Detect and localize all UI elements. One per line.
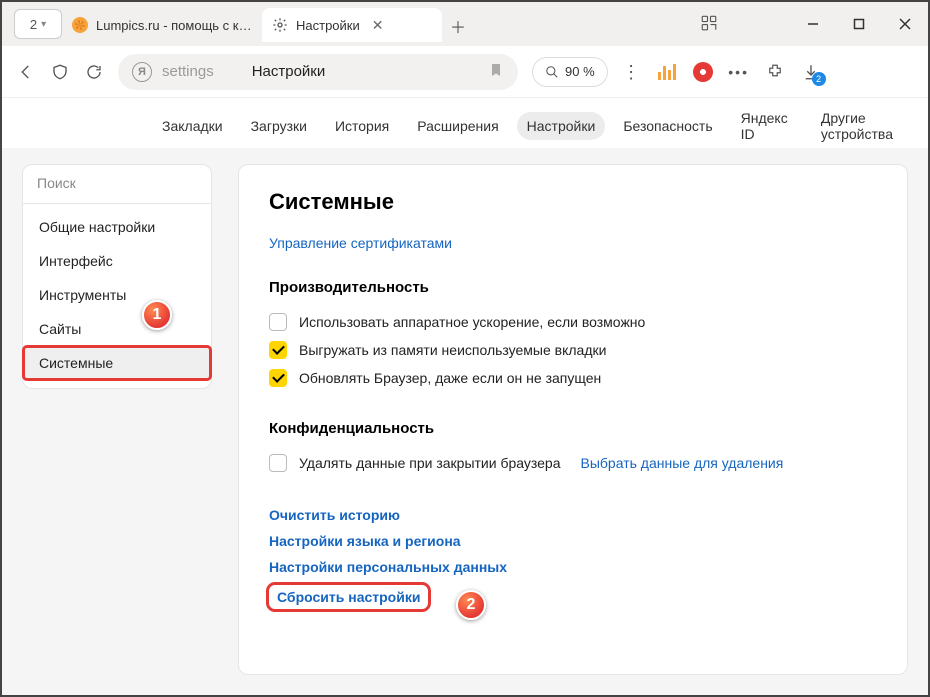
tab-title: Lumpics.ru - помощь с ком [96, 18, 252, 33]
downloads-button[interactable]: 2 [800, 61, 822, 83]
lumpics-favicon-icon [72, 17, 88, 33]
settings-search-input[interactable]: Поиск [22, 164, 212, 204]
perf-section-title: Производительность [269, 279, 877, 296]
nav-downloads[interactable]: Загрузки [241, 112, 317, 140]
shield-icon[interactable] [50, 62, 70, 82]
extensions-button[interactable] [764, 61, 786, 83]
reload-button[interactable] [84, 62, 104, 82]
settings-category-nav: Закладки Загрузки История Расширения Нас… [2, 98, 928, 148]
tab-lumpics[interactable]: Lumpics.ru - помощь с ком [62, 8, 262, 42]
minimize-button[interactable] [790, 2, 836, 46]
close-tab-icon[interactable]: ✕ [372, 17, 384, 34]
downloads-badge: 2 [812, 72, 826, 86]
sidebar-list: Общие настройки Интерфейс Инструменты Са… [22, 204, 212, 389]
settings-sidebar: Поиск Общие настройки Интерфейс Инструме… [22, 164, 212, 675]
system-links: Очистить историю Настройки языка и регио… [269, 507, 877, 609]
perf-opt-hw-accel[interactable]: Использовать аппаратное ускорение, если … [269, 308, 877, 336]
annotation-2: 2 [456, 590, 486, 620]
tab-settings[interactable]: Настройки ✕ [262, 8, 442, 42]
perf-opt-label: Обновлять Браузер, даже если он не запущ… [299, 370, 601, 386]
titlebar: 2 ▾ Lumpics.ru - помощь с ком Настройки … [2, 2, 928, 46]
personal-data-link[interactable]: Настройки персональных данных [269, 559, 877, 575]
page-actions-menu[interactable]: ⋮ [622, 69, 642, 75]
clear-history-link[interactable]: Очистить историю [269, 507, 877, 523]
checkbox-checked-icon[interactable] [269, 369, 287, 387]
tab-count: 2 [30, 17, 37, 32]
perf-opt-background-update[interactable]: Обновлять Браузер, даже если он не запущ… [269, 364, 877, 392]
checkbox-icon[interactable] [269, 313, 287, 331]
zoom-value: 90 % [565, 64, 595, 79]
nav-history[interactable]: История [325, 112, 399, 140]
page-heading: Системные [269, 189, 877, 215]
privacy-section-title: Конфиденциальность [269, 420, 877, 437]
privacy-opt-label: Удалять данные при закрытии браузера [299, 455, 561, 471]
more-extensions-icon[interactable]: ••• [728, 61, 750, 83]
sidebar-item-system[interactable]: Системные [23, 346, 211, 380]
annotation-1: 1 [142, 300, 172, 330]
checkbox-icon[interactable] [269, 454, 287, 472]
zoom-indicator[interactable]: 90 % [532, 57, 608, 87]
gear-icon [272, 17, 288, 33]
sidebar-item-interface[interactable]: Интерфейс [23, 244, 211, 278]
address-bar: Я settings Настройки 90 % ⋮ ••• 2 [2, 46, 928, 98]
nav-bookmarks[interactable]: Закладки [152, 112, 233, 140]
nav-extensions[interactable]: Расширения [407, 112, 508, 140]
perf-opt-label: Выгружать из памяти неиспользуемые вклад… [299, 342, 606, 358]
nav-security[interactable]: Безопасность [613, 112, 722, 140]
omnibox-page-title: Настройки [252, 63, 326, 80]
send-to-device-icon[interactable] [700, 14, 718, 35]
new-tab-button[interactable]: ＋ [446, 14, 470, 38]
sidebar-item-sites[interactable]: Сайты [23, 312, 211, 346]
omnibox[interactable]: Я settings Настройки [118, 54, 518, 90]
perf-opt-label: Использовать аппаратное ускорение, если … [299, 314, 645, 330]
perf-opt-unload-tabs[interactable]: Выгружать из памяти неиспользуемые вклад… [269, 336, 877, 364]
extension-adblock-icon[interactable] [692, 61, 714, 83]
close-window-button[interactable] [882, 2, 928, 46]
omnibox-path: settings [162, 63, 214, 80]
nav-settings[interactable]: Настройки [517, 112, 606, 140]
yandex-logo-icon: Я [132, 62, 152, 82]
settings-content: Системные Управление сертификатами Произ… [238, 164, 908, 675]
language-region-link[interactable]: Настройки языка и региона [269, 533, 877, 549]
nav-yandex-id[interactable]: Яндекс ID [731, 104, 803, 148]
privacy-opt-clear-on-close[interactable]: Удалять данные при закрытии браузера Выб… [269, 449, 877, 477]
extension-audio-icon[interactable] [656, 61, 678, 83]
tab-group-button[interactable]: 2 ▾ [14, 9, 62, 39]
sidebar-item-general[interactable]: Общие настройки [23, 210, 211, 244]
tab-title: Настройки [296, 18, 360, 33]
maximize-button[interactable] [836, 2, 882, 46]
checkbox-checked-icon[interactable] [269, 341, 287, 359]
nav-devices[interactable]: Другие устройства [811, 104, 928, 148]
chevron-down-icon: ▾ [41, 19, 46, 30]
back-button[interactable] [16, 62, 36, 82]
window-controls [790, 2, 928, 46]
cert-management-link[interactable]: Управление сертификатами [269, 235, 452, 251]
sidebar-item-tools[interactable]: Инструменты [23, 278, 211, 312]
choose-clear-data-link[interactable]: Выбрать данные для удаления [581, 455, 784, 471]
bookmark-icon[interactable] [488, 62, 504, 81]
reset-settings-link[interactable]: Сбросить настройки [269, 585, 428, 609]
